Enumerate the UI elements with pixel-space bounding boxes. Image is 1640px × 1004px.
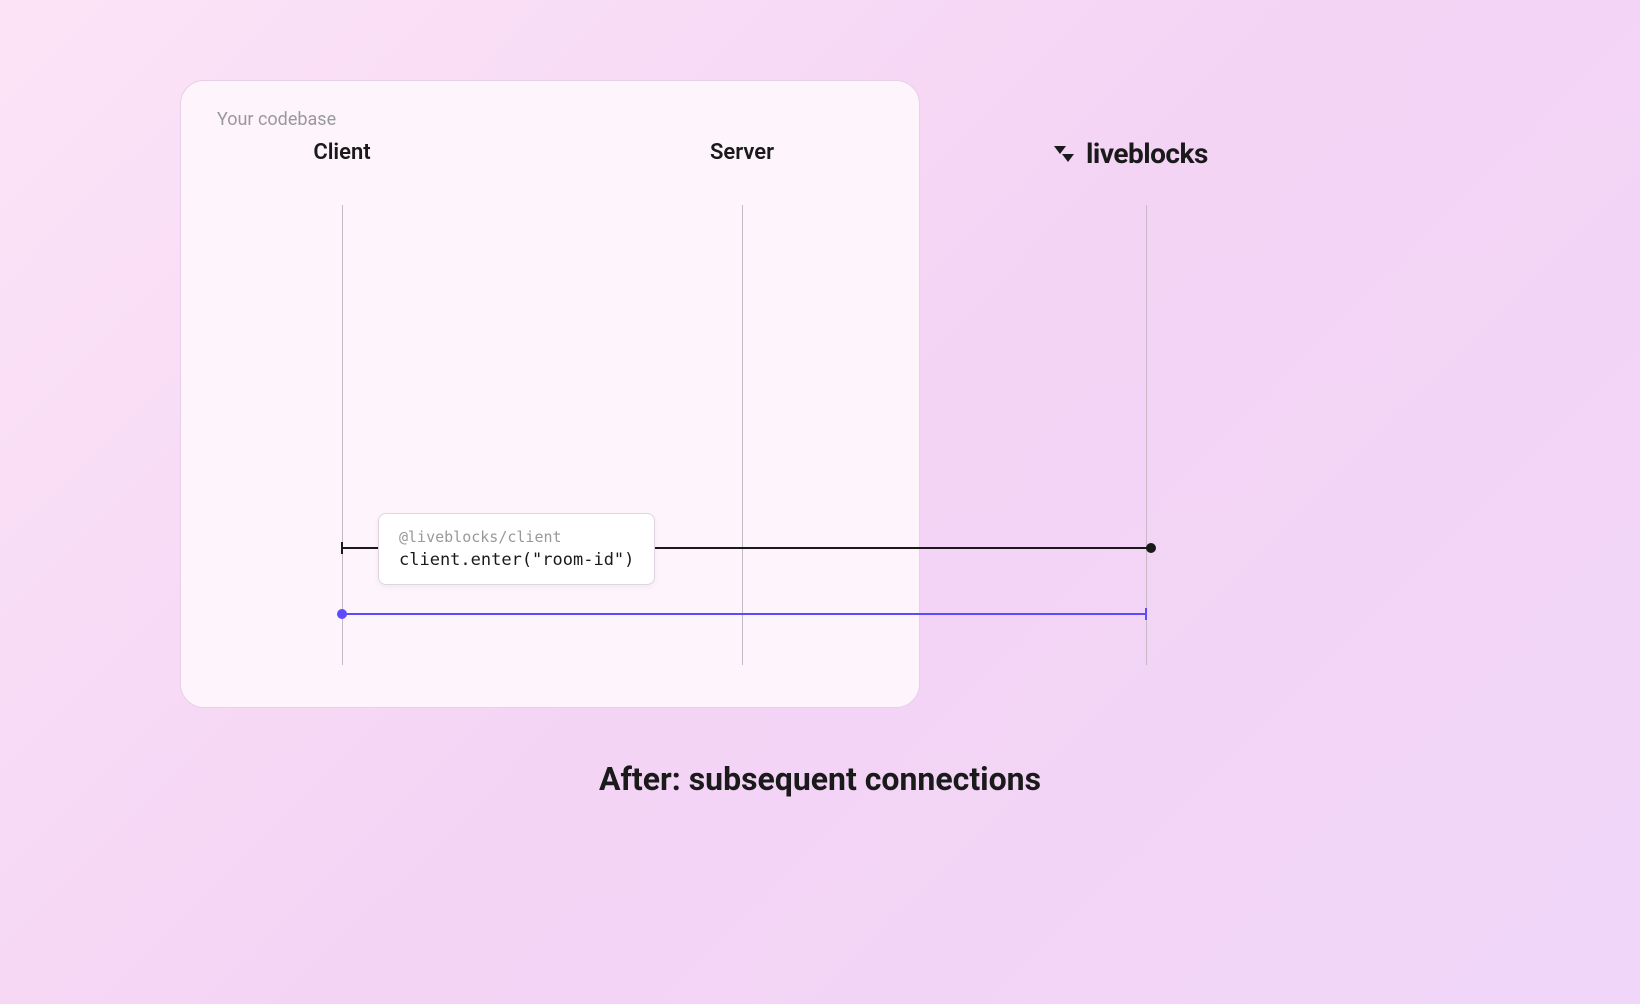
box-label: Your codebase (217, 109, 883, 130)
server-lifeline (742, 205, 743, 665)
response-arrow (342, 613, 1146, 615)
server-column-header: Server (710, 140, 774, 165)
client-lifeline (342, 205, 343, 665)
client-column-header: Client (313, 140, 370, 165)
code-card: @liveblocks/client client.enter("room-id… (378, 513, 655, 585)
liveblocks-brand: liveblocks (1052, 137, 1208, 170)
liveblocks-lifeline (1146, 205, 1147, 665)
code-package: @liveblocks/client (399, 528, 634, 546)
code-call: client.enter("room-id") (399, 550, 634, 570)
liveblocks-logo-icon (1052, 142, 1076, 166)
diagram-caption: After: subsequent connections (599, 760, 1041, 798)
brand-text: liveblocks (1086, 137, 1208, 170)
